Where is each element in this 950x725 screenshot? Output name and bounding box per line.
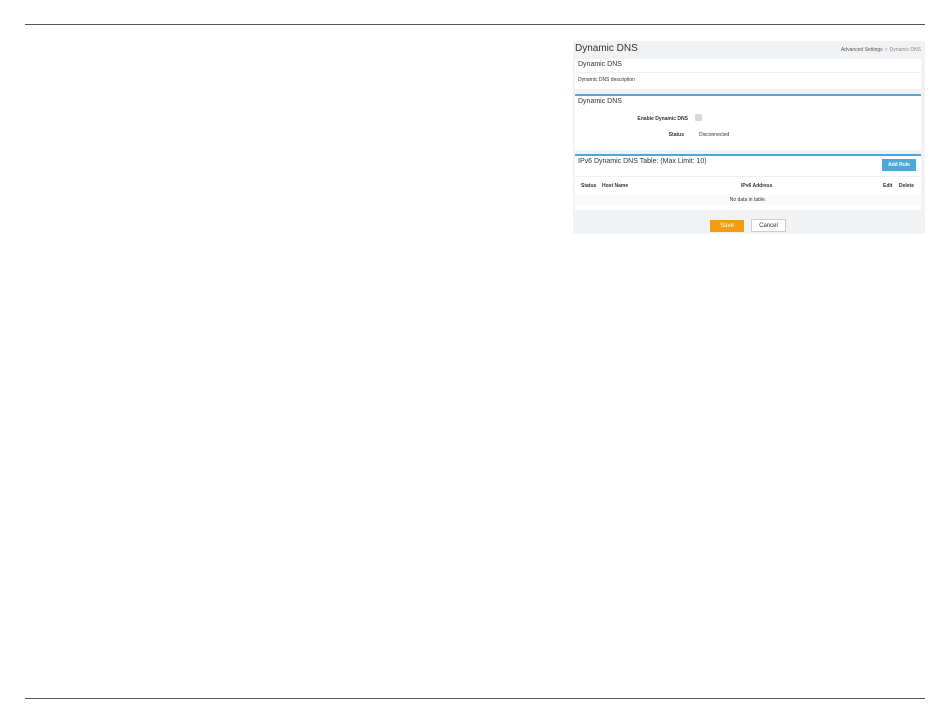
description-card-title: Dynamic DNS [578, 61, 622, 68]
breadcrumb: Advanced Settings > Dynamic DNS [841, 47, 921, 53]
add-rule-button[interactable]: Add Rule [882, 159, 916, 171]
status-value: Disconnected [699, 132, 730, 138]
column-header-edit: Edit [883, 183, 893, 189]
empty-table-message: No data in table. [575, 195, 921, 205]
divider [575, 72, 921, 73]
page-title: Dynamic DNS [575, 43, 638, 54]
breadcrumb-separator: > [884, 47, 888, 53]
enable-dynamic-dns-label: Enable Dynamic DNS [637, 116, 688, 122]
column-header-status: Status [581, 183, 597, 189]
settings-panel: Dynamic DNS Advanced Settings > Dynamic DN… [573, 41, 925, 234]
enable-dynamic-dns-checkbox[interactable] [695, 114, 702, 121]
column-header-delete: Delete [899, 183, 915, 189]
status-label: Status [668, 132, 684, 138]
top-divider [25, 24, 925, 25]
save-button[interactable]: Save [710, 220, 744, 232]
ipv6-table-title: IPv6 Dynamic DNS Table: (Max Limit: 10) [578, 158, 707, 165]
cancel-button[interactable]: Cancel [751, 219, 786, 232]
dynamic-dns-card-title: Dynamic DNS [578, 98, 622, 105]
breadcrumb-advanced-settings[interactable]: Advanced Settings [841, 47, 883, 53]
dynamic-dns-card: Dynamic DNS Enable Dynamic DNS Status Di… [575, 94, 921, 150]
ipv6-dns-table-card: IPv6 Dynamic DNS Table: (Max Limit: 10) … [575, 154, 921, 210]
bottom-divider [25, 698, 925, 699]
divider [575, 176, 921, 177]
description-card: Dynamic DNS Dynamic DNS description [575, 59, 921, 89]
description-text: Dynamic DNS description [578, 77, 635, 83]
column-header-ipv6-address: IPv6 Address [741, 183, 773, 189]
breadcrumb-current: Dynamic DNS [889, 47, 921, 53]
column-header-host-name: Host Name [602, 183, 629, 189]
